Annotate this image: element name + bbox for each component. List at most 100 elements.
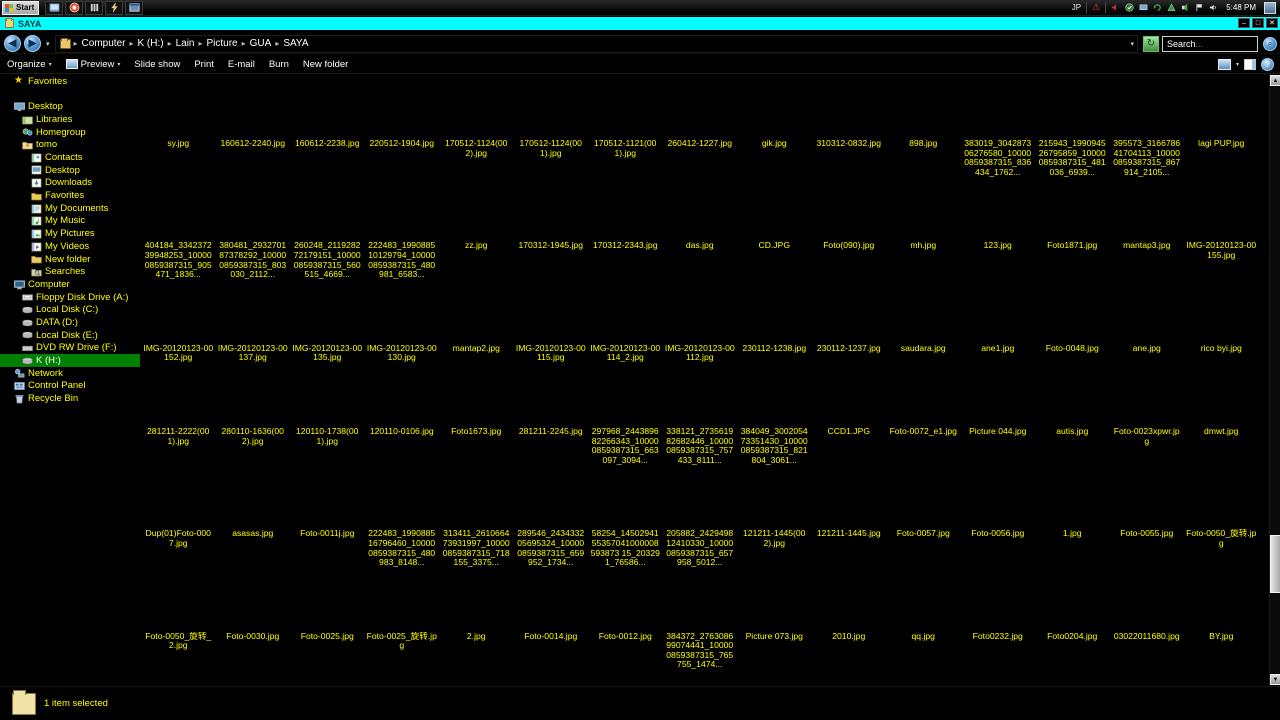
scrollbar-thumb[interactable] (1270, 535, 1280, 593)
burn-button[interactable]: Burn (262, 56, 296, 73)
file-item[interactable]: Foto-0048.jpg (1035, 280, 1110, 363)
file-item[interactable]: CCD1.JPG (812, 363, 887, 465)
file-item[interactable]: IMG-20120123-00114_2.jpg (588, 280, 663, 363)
file-item[interactable]: asasas.jpg (216, 465, 291, 567)
nav-item-desktop[interactable]: Desktop (0, 101, 140, 114)
file-item[interactable]: ane1.jpg (961, 280, 1036, 363)
file-item[interactable]: 384372_276308699074441_100000859387315_7… (663, 568, 738, 670)
file-item[interactable]: Foto1673.jpg (439, 363, 514, 465)
scroll-up-button[interactable]: ▲ (1270, 75, 1280, 86)
file-item[interactable]: rico byi.jpg (1184, 280, 1259, 363)
file-item[interactable]: Foto-0055.jpg (1110, 465, 1185, 567)
preview-button[interactable]: Preview ▾ (59, 56, 128, 73)
media-player-icon[interactable] (85, 0, 104, 15)
file-item[interactable]: IMG-20120123-00152.jpg (141, 280, 216, 363)
file-item[interactable]: IMG-20120123-00112.jpg (663, 280, 738, 363)
nav-item-data-d[interactable]: DATA (D:) (0, 316, 140, 329)
file-item[interactable]: 2.jpg (439, 568, 514, 670)
file-item[interactable]: 120110-0106.jpg (365, 363, 440, 465)
file-item[interactable]: dmwt.jpg (1184, 363, 1259, 465)
file-item[interactable]: BY.jpg (1184, 568, 1259, 670)
nav-item-control-panel[interactable]: Control Panel (0, 380, 140, 393)
file-item[interactable]: 384049_300205473351430_100000859387315_8… (737, 363, 812, 465)
breadcrumb-picture[interactable]: Picture (204, 38, 241, 49)
file-item[interactable]: gik.jpg (737, 75, 812, 177)
close-button[interactable]: ✕ (1266, 18, 1278, 28)
file-item[interactable]: 121211-1445(002).jpg (737, 465, 812, 567)
file-item[interactable]: Foto-0030.jpg (216, 568, 291, 670)
refresh-button[interactable]: ↻ (1143, 35, 1159, 52)
nav-item-favorites[interactable]: Favorites (0, 190, 140, 203)
email-button[interactable]: E-mail (221, 56, 262, 73)
help-icon[interactable]: ? (1261, 57, 1274, 71)
file-item[interactable]: 289546_243433205695324_100000859387315_6… (514, 465, 589, 567)
scroll-down-button[interactable]: ▼ (1270, 674, 1280, 685)
browser-icon[interactable] (65, 0, 84, 15)
file-item[interactable]: 17082010437.jpg (290, 670, 365, 685)
nav-item-my-videos[interactable]: My Videos (0, 240, 140, 253)
file-item[interactable]: 020100-0420(001).jpg (588, 670, 663, 685)
new-folder-button[interactable]: New folder (296, 56, 355, 73)
file-item[interactable]: 338121_273561982682446_100000859387315_7… (663, 363, 738, 465)
file-item[interactable]: 260412-1227.jpg (663, 75, 738, 177)
file-item[interactable]: das.jpg (663, 177, 738, 279)
print-button[interactable]: Print (187, 56, 221, 73)
file-item[interactable]: saudara.jpg (886, 280, 961, 363)
file-item[interactable]: Foto0232.jpg (961, 568, 1036, 670)
volume-mute-icon[interactable] (1111, 3, 1120, 12)
file-item[interactable]: IMG-20120123-00135.jpg (290, 280, 365, 363)
file-item[interactable]: 2010.jpg (812, 568, 887, 670)
file-item[interactable]: Foto-0012.jpg (588, 568, 663, 670)
file-item[interactable]: 380481_293270187378292_100000859387315_8… (216, 177, 291, 279)
file-item[interactable]: 1.jpg (1035, 465, 1110, 567)
file-item[interactable]: IMG-20120123-00115.jpg (514, 280, 589, 363)
navigation-pane[interactable]: ★ Favorites Desktop Libraries Homegroup tomo C… (0, 75, 140, 685)
preview-pane-icon[interactable] (1244, 58, 1256, 70)
file-item[interactable]: 58254_1450294155357041000008593873 15_20… (588, 465, 663, 567)
file-item[interactable]: 160612-2238.jpg (290, 75, 365, 177)
file-item[interactable]: Foto0204.jpg (1035, 568, 1110, 670)
search-input[interactable]: Search ... (1162, 35, 1258, 52)
file-item[interactable]: Foto1871.jpg (1035, 177, 1110, 279)
file-item[interactable]: Foto-0025_旋转.jpg (365, 568, 440, 670)
breadcrumb-lain[interactable]: Lain (173, 38, 198, 49)
file-item[interactable]: 170512-1121(001).jpg (588, 75, 663, 177)
taskbar-clock[interactable]: 5:48 PM (1223, 3, 1259, 12)
file-item[interactable]: 215943_199094526795859_100000859387315_4… (1035, 75, 1110, 177)
sync-icon[interactable] (1153, 3, 1162, 12)
alert-icon[interactable]: ⚠ (1092, 2, 1100, 13)
speaker-icon[interactable] (1181, 3, 1190, 12)
file-item[interactable]: 230112-1238.jpg (737, 280, 812, 363)
file-item[interactable]: qq.jpg (886, 568, 961, 670)
file-item[interactable]: 170312-2343.jpg (588, 177, 663, 279)
file-item[interactable]: Dup(01)Foto-0007.jpg (141, 465, 216, 567)
file-item[interactable]: 170512-1124(002).jpg (439, 75, 514, 177)
breadcrumb-k-drive[interactable]: K (H:) (134, 38, 166, 49)
file-item[interactable]: Foto009.jpg (365, 670, 440, 685)
change-view-icon[interactable] (1217, 58, 1231, 70)
show-desktop-icon[interactable] (45, 0, 64, 15)
file-item[interactable]: IMG-20120123-00155.jpg (1184, 177, 1259, 279)
file-item[interactable]: 220512-1904.jpg (365, 75, 440, 177)
nav-item-computer[interactable]: Computer (0, 278, 140, 291)
file-item[interactable]: 040111-0115.jpg (216, 670, 291, 685)
breadcrumb-gua[interactable]: GUA (247, 38, 275, 49)
breadcrumb-saya[interactable]: SAYA (280, 38, 311, 49)
vertical-scrollbar[interactable]: ▲ ▼ (1269, 75, 1280, 685)
search-icon[interactable]: ⌕ (1263, 36, 1277, 51)
nav-item-searches[interactable]: Searches (0, 266, 140, 279)
file-item[interactable]: Foto-0056.jpg (961, 465, 1036, 567)
file-item[interactable]: 020100-0421(002).jpg (514, 670, 589, 685)
file-item[interactable]: 281211-2245.jpg (514, 363, 589, 465)
slideshow-button[interactable]: Slide show (127, 56, 187, 73)
file-item[interactable]: 222483_199088516796460_100000859387315_4… (365, 465, 440, 567)
nav-item-local-disk-c[interactable]: Local Disk (C:) (0, 304, 140, 317)
nav-item-tomo[interactable]: tomo (0, 139, 140, 152)
show-desktop-button[interactable] (1264, 1, 1276, 14)
breadcrumb-computer[interactable]: Computer (79, 38, 129, 49)
file-item[interactable]: lagi PUP.jpg (1184, 75, 1259, 177)
file-item[interactable]: Foto(090).jpg (812, 177, 887, 279)
address-input[interactable]: ▸ Computer ▸ K (H:) ▸ Lain ▸ Picture ▸ G… (54, 34, 1138, 53)
back-button[interactable]: ◀ (4, 35, 21, 52)
file-item[interactable]: 281211-2222(001).jpg (141, 363, 216, 465)
